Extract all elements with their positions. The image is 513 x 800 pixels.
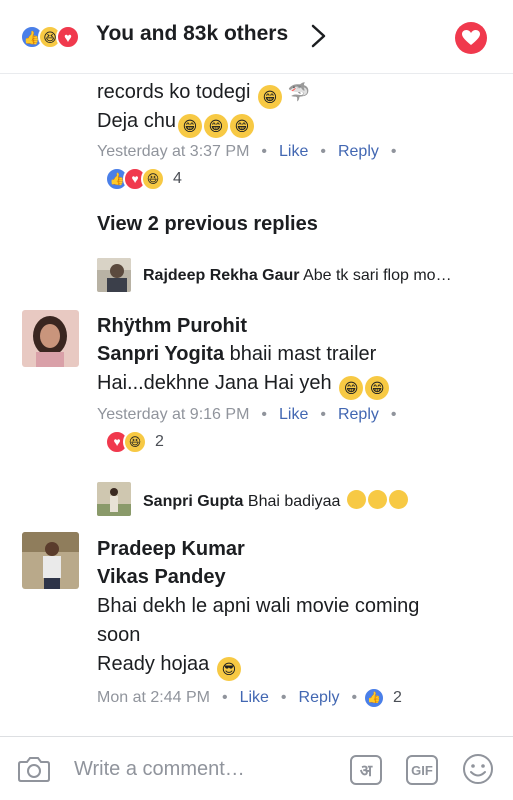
separator-dot: • bbox=[320, 406, 326, 423]
comment-meta: Yesterday at 3:37 PM • Like • Reply • bbox=[97, 141, 408, 163]
reaction-count: 2 bbox=[393, 689, 402, 706]
like-link[interactable]: Like bbox=[240, 689, 269, 707]
separator-dot: • bbox=[221, 689, 228, 706]
comment-reaction-count[interactable]: ♥ 😆 2 bbox=[105, 429, 164, 455]
view-previous-replies-link[interactable]: View 2 previous replies bbox=[97, 213, 318, 236]
grinning-emoji-icon: 😁 bbox=[339, 376, 364, 400]
separator-dot: • bbox=[390, 143, 397, 160]
gif-button[interactable]: GIF bbox=[406, 755, 438, 785]
reply-text: Abe tk sari flop mo… bbox=[303, 267, 452, 284]
shark-emoji-icon: 🦈 bbox=[287, 82, 310, 102]
like-link[interactable]: Like bbox=[279, 143, 308, 161]
comment-text-line: Sanpri Yogita bhaii mast trailer bbox=[97, 343, 377, 365]
heart-eyes-emoji-icon bbox=[367, 490, 387, 509]
comment-text-line: records ko todegi 😁 🦈 bbox=[97, 78, 310, 109]
avatar[interactable] bbox=[97, 258, 131, 292]
comment-meta: Mon at 2:44 PM • Like • Reply • 👍 2 bbox=[97, 687, 402, 709]
comment-timestamp: Mon at 2:44 PM bbox=[97, 689, 210, 706]
comment-meta: Yesterday at 9:16 PM • Like • Reply • bbox=[97, 404, 408, 426]
separator-dot: • bbox=[261, 143, 267, 160]
avatar[interactable] bbox=[22, 532, 79, 589]
avatar[interactable] bbox=[97, 482, 131, 516]
camera-icon[interactable] bbox=[17, 755, 51, 783]
separator-dot: • bbox=[320, 143, 326, 160]
grinning-emoji-icon: 😁 bbox=[365, 376, 390, 400]
like-icon[interactable]: 👍 bbox=[363, 687, 386, 709]
grinning-emoji-icon: 😁 bbox=[257, 85, 282, 109]
comment-timestamp: Yesterday at 3:37 PM bbox=[97, 143, 250, 160]
reply-link[interactable]: Reply bbox=[338, 143, 379, 161]
comment-timestamp: Yesterday at 9:16 PM bbox=[97, 406, 250, 423]
reaction-count: 4 bbox=[173, 170, 182, 187]
smiley-icon[interactable] bbox=[462, 753, 494, 785]
reactions-summary-link[interactable]: You and 83k others bbox=[96, 22, 288, 46]
separator-dot: • bbox=[261, 406, 267, 423]
reply-text: Bhai badiyaa bbox=[247, 493, 341, 510]
mention-link[interactable]: Vikas Pandey bbox=[97, 563, 226, 591]
heart-icon[interactable] bbox=[455, 22, 487, 54]
heart-eyes-emoji-icon bbox=[346, 490, 366, 509]
haha-icon: 😆 bbox=[123, 430, 147, 454]
reply-preview[interactable]: Rajdeep Rekha Gaur Abe tk sari flop mo… bbox=[143, 267, 452, 285]
love-icon: ♥ bbox=[56, 25, 80, 49]
separator-dot: • bbox=[280, 689, 287, 706]
comment-input[interactable] bbox=[74, 755, 324, 783]
separator-dot: • bbox=[351, 689, 358, 706]
reactions-header: 👍 😆 ♥ You and 83k others bbox=[0, 0, 513, 74]
comment-text-line: Deja chu 😁 😁 😁 bbox=[97, 107, 254, 138]
sunglasses-emoji-icon: 😎 bbox=[216, 657, 241, 681]
comment-author-name[interactable]: Pradeep Kumar bbox=[97, 535, 245, 563]
grinning-emoji-icon: 😁 bbox=[229, 114, 254, 138]
reply-link[interactable]: Reply bbox=[299, 689, 340, 707]
hindi-keyboard-button[interactable]: अ bbox=[350, 755, 382, 785]
comment-composer: अ GIF bbox=[0, 736, 513, 800]
chevron-right-icon[interactable] bbox=[308, 21, 328, 51]
haha-icon: 😆 bbox=[141, 167, 165, 191]
comment-author-name[interactable]: Rhÿthm Purohit bbox=[97, 312, 247, 340]
reaction-count: 2 bbox=[155, 433, 164, 450]
header-reaction-icons[interactable]: 👍 😆 ♥ bbox=[20, 25, 80, 49]
like-link[interactable]: Like bbox=[279, 406, 308, 424]
reply-preview[interactable]: Sanpri Gupta Bhai badiyaa bbox=[143, 490, 408, 511]
mention-link[interactable]: Sanpri Yogita bbox=[97, 343, 224, 365]
comment-text-line: Bhai dekh le apni wali movie coming bbox=[97, 595, 420, 617]
comment-reaction-count[interactable]: 👍 ♥ 😆 4 bbox=[105, 166, 182, 192]
reply-author-name[interactable]: Rajdeep Rekha Gaur bbox=[143, 267, 300, 284]
separator-dot: • bbox=[390, 406, 397, 423]
grinning-emoji-icon: 😁 bbox=[203, 114, 228, 138]
comment-text-line: Ready hojaa 😎 bbox=[97, 650, 241, 681]
reply-author-name[interactable]: Sanpri Gupta bbox=[143, 493, 243, 510]
avatar[interactable] bbox=[22, 310, 79, 367]
comment-text-line: soon bbox=[97, 624, 141, 646]
reply-link[interactable]: Reply bbox=[338, 406, 379, 424]
grinning-emoji-icon: 😁 bbox=[177, 114, 202, 138]
comment-text-line: Hai...dekhne Jana Hai yeh 😁 😁 bbox=[97, 369, 390, 400]
heart-eyes-emoji-icon bbox=[388, 490, 408, 509]
